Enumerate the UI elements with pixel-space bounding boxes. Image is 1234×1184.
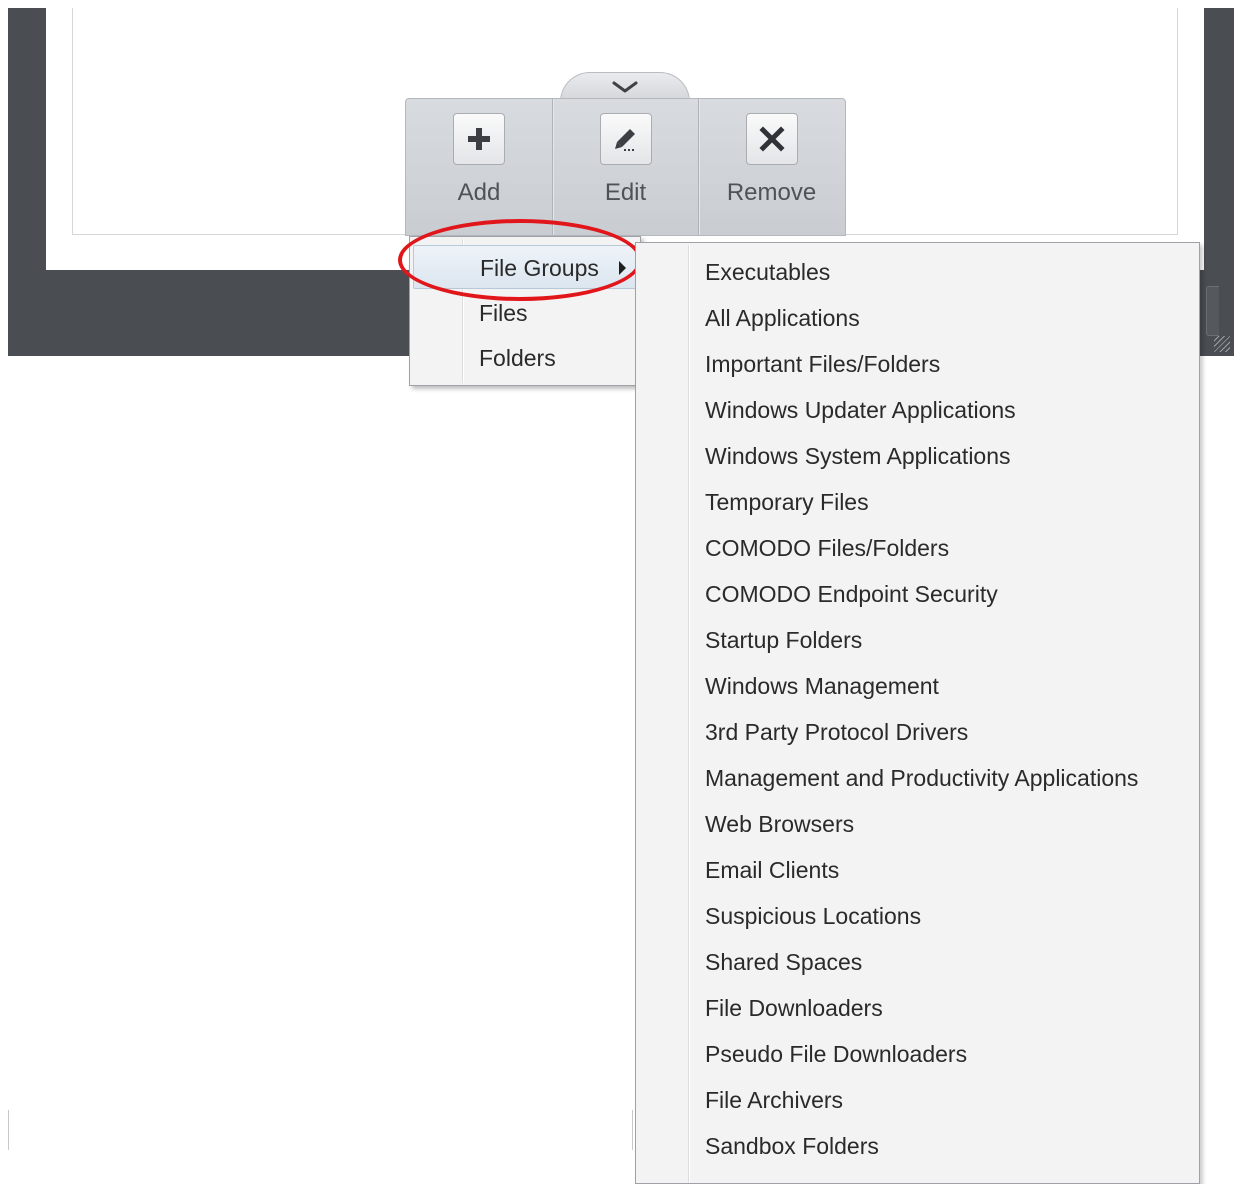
submenu-item[interactable]: Windows Updater Applications [639,387,1195,433]
submenu-item[interactable]: Pseudo File Downloaders [639,1031,1195,1077]
remove-button-box[interactable] [745,113,798,165]
pencil-icon [614,129,635,151]
edge-line [632,1110,633,1150]
chevron-down-icon [612,81,638,93]
submenu-item[interactable]: Temporary Files [639,479,1195,525]
submenu-item[interactable]: All Applications [639,295,1195,341]
plus-icon [468,128,490,150]
submenu-item[interactable]: Important Files/Folders [639,341,1195,387]
submenu-item[interactable]: Windows System Applications [639,433,1195,479]
edge-line [8,1110,9,1150]
edit-button[interactable]: Edit [552,99,698,235]
submenu-item[interactable]: COMODO Endpoint Security [639,571,1195,617]
submenu-item[interactable]: Sandbox Folders [639,1123,1195,1169]
submenu-item[interactable]: Suspicious Locations [639,893,1195,939]
add-context-menu: File Groups Files Folders [409,236,641,386]
submenu-item[interactable]: Email Clients [639,847,1195,893]
edit-button-box[interactable] [599,113,652,165]
menu-item-files[interactable]: Files [413,291,637,335]
menu-item-file-groups[interactable]: File Groups [413,245,637,289]
submenu-item[interactable]: Startup Folders [639,617,1195,663]
remove-label: Remove [726,179,817,206]
submenu-item[interactable]: Windows Management [639,663,1195,709]
add-button[interactable]: Add [406,99,552,235]
submenu-item[interactable]: Shared Spaces [639,939,1195,985]
submenu-item[interactable]: 3rd Party Protocol Drivers [639,709,1195,755]
resize-grip-icon[interactable] [1214,336,1230,352]
file-groups-submenu: Executables All Applications Important Fil… [635,242,1200,1184]
add-label: Add [457,179,501,206]
menu-item-folders[interactable]: Folders [413,336,637,380]
submenu-item[interactable]: File Archivers [639,1077,1195,1123]
action-toolbar: Add Edit Remove [405,98,846,236]
submenu-item[interactable]: Web Browsers [639,801,1195,847]
remove-button[interactable]: Remove [698,99,844,235]
submenu-arrow-icon [619,261,626,275]
menu-item-label: Files [479,300,528,326]
partial-button-edge[interactable] [1206,286,1219,336]
add-button-box[interactable] [453,113,505,165]
edit-label: Edit [604,179,647,206]
submenu-item[interactable]: Executables [639,249,1195,295]
x-icon [758,126,785,152]
menu-item-label: Folders [479,345,556,371]
menu-item-label: File Groups [480,255,599,281]
submenu-item[interactable]: COMODO Files/Folders [639,525,1195,571]
submenu-item[interactable]: File Downloaders [639,985,1195,1031]
submenu-item[interactable]: Management and Productivity Applications [639,755,1195,801]
